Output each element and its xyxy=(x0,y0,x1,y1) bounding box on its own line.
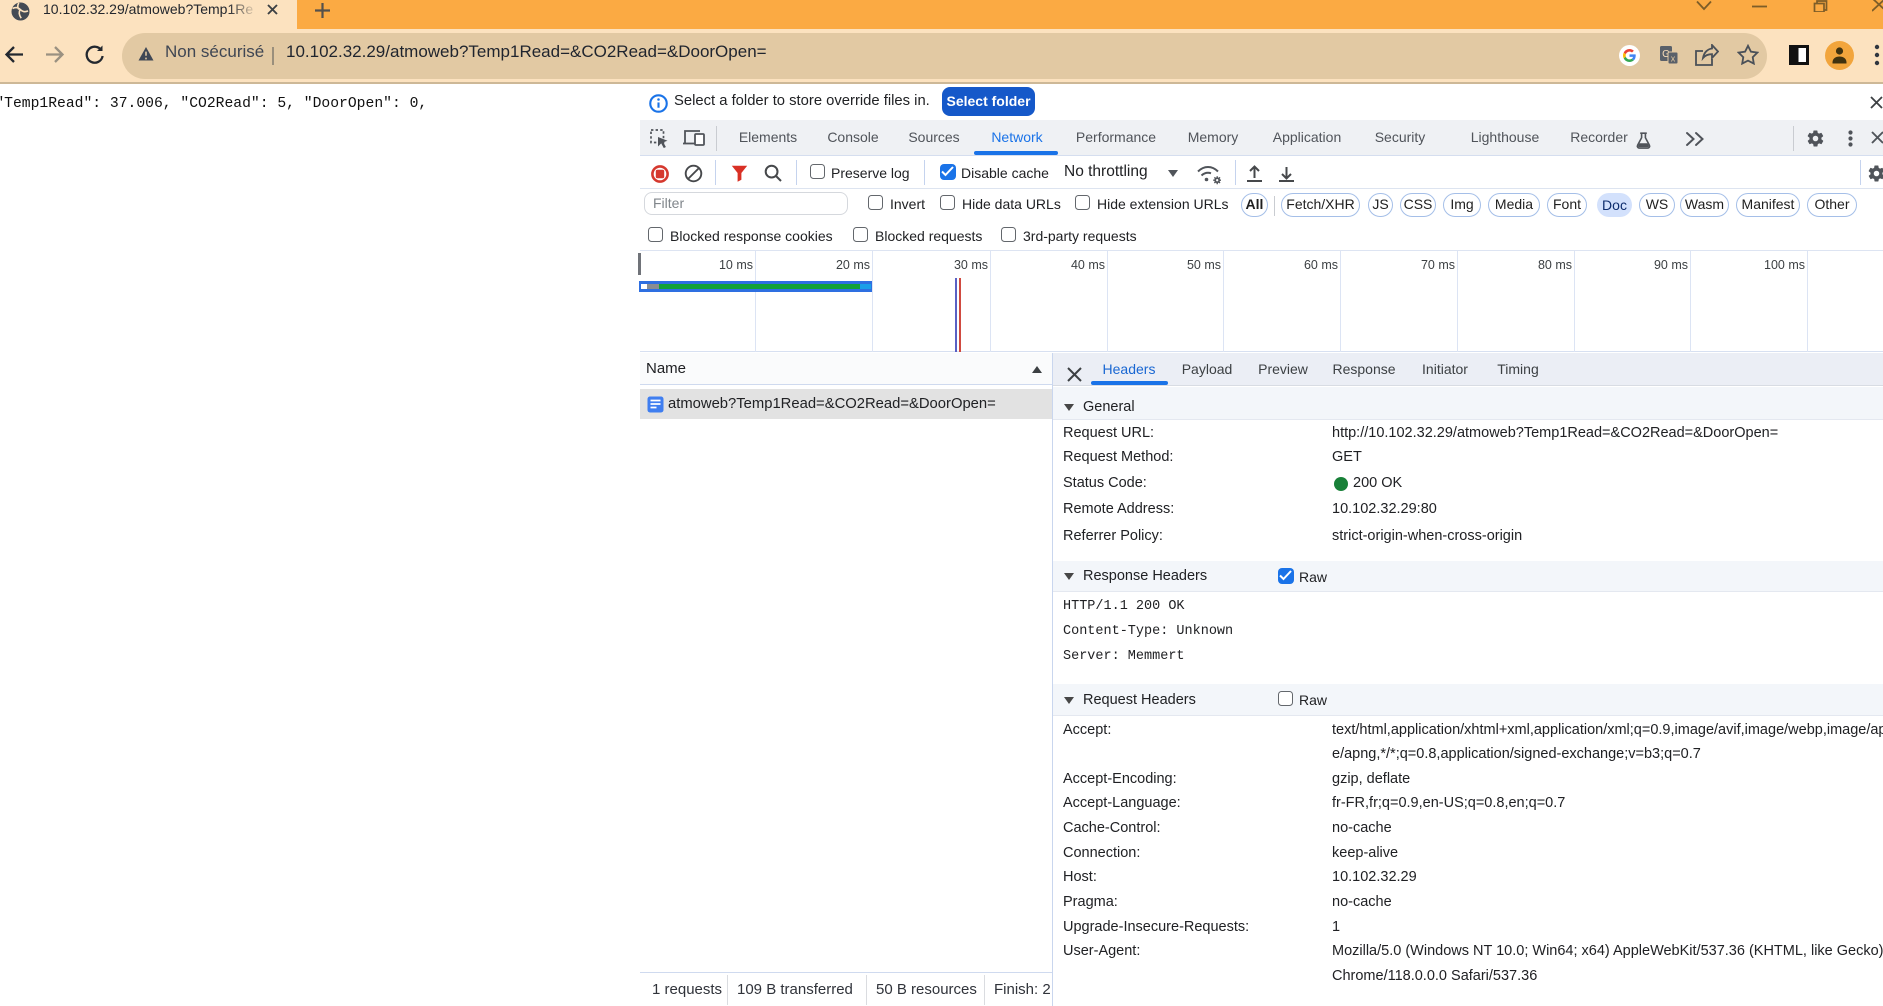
svg-text:x: x xyxy=(1671,54,1676,64)
